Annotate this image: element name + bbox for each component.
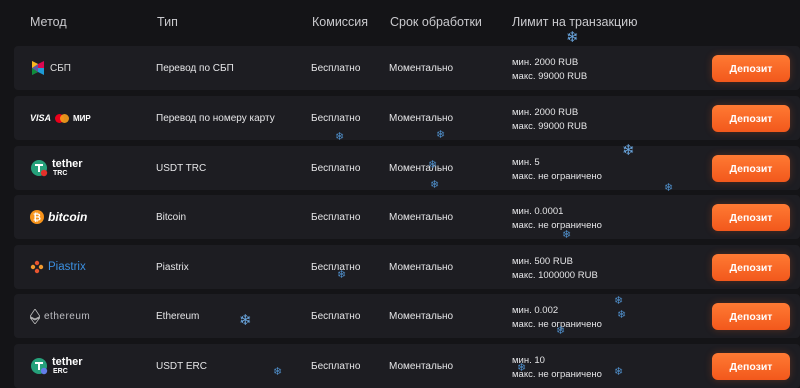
deposit-button[interactable]: Депозит (712, 155, 790, 182)
snowflake-icon: ❄ (617, 309, 627, 321)
row-type: Перевод по СБП (156, 63, 234, 74)
deposit-button[interactable]: Депозит (712, 55, 790, 82)
snowflake-icon: ❄ (273, 366, 283, 378)
tether-erc-logo: tether ERC (30, 354, 83, 378)
row-limit-max: макс. не ограничено (512, 220, 602, 231)
table-row: ethereum Ethereum Бесплатно Моментально … (14, 294, 800, 338)
tether-logo-sub: TRC (53, 170, 68, 177)
tether-icon (31, 358, 48, 375)
snowflake-icon: ❄ (614, 366, 624, 378)
mastercard-icon (55, 113, 70, 123)
bitcoin-icon: ₿ (30, 210, 44, 224)
row-limit-min: мин. 2000 RUB (512, 107, 579, 118)
deposit-button[interactable]: Депозит (712, 204, 790, 231)
row-limit-min: мин. 5 (512, 157, 540, 168)
row-fee: Бесплатно (311, 212, 361, 223)
deposit-button[interactable]: Депозит (712, 105, 790, 132)
row-limit-max: макс. 99000 RUB (512, 121, 588, 132)
snowflake-icon: ❄ (556, 325, 566, 337)
sbp-logo: СБП (30, 56, 71, 80)
row-type: Bitcoin (156, 212, 187, 223)
row-time: Моментально (389, 113, 454, 124)
row-time: Моментально (389, 262, 454, 273)
deposit-button[interactable]: Депозит (712, 254, 790, 281)
snowflake-icon: ❄ (239, 312, 252, 329)
header-limit: Лимит на транзакцию (512, 15, 638, 29)
snowflake-icon: ❄ (562, 229, 572, 241)
ethereum-logo: ethereum (30, 304, 90, 328)
table-header: Метод Тип Комиссия Срок обработки Лимит … (0, 0, 800, 44)
deposit-button[interactable]: Депозит (712, 353, 790, 380)
header-fee: Комиссия (312, 15, 369, 29)
row-fee: Бесплатно (311, 163, 361, 174)
visa-icon: VISA (30, 113, 52, 123)
row-limit-max: макс. 99000 RUB (512, 71, 588, 82)
row-fee: Бесплатно (311, 311, 361, 322)
row-fee: Бесплатно (311, 113, 361, 124)
sbp-icon (32, 61, 44, 75)
visa-mastercard-mir-logo: VISA MИР (30, 106, 91, 130)
tether-trc-logo: tether TRC (30, 156, 83, 180)
snowflake-icon: ❄ (430, 179, 440, 191)
row-time: Моментально (389, 361, 454, 372)
ethereum-logo-text: ethereum (44, 310, 91, 322)
header-method: Метод (30, 15, 67, 29)
tether-logo-text: tether (52, 356, 83, 368)
piastrix-logo-text: Piastrix (48, 261, 86, 273)
row-time: Моментально (389, 212, 454, 223)
table-row: VISA MИР Перевод по номеру карту Бесплат… (14, 96, 800, 140)
bitcoin-logo-text: bitcoin (48, 210, 88, 224)
snowflake-icon: ❄ (335, 131, 345, 143)
tether-logo-text: tether (52, 158, 83, 170)
snowflake-icon: ❄ (664, 182, 674, 194)
snowflake-icon: ❄ (622, 142, 635, 159)
row-type: Piastrix (156, 262, 189, 273)
row-time: Моментально (389, 63, 454, 74)
snowflake-icon: ❄ (566, 29, 579, 46)
table-row: Piastrix Piastrix Бесплатно Моментально … (14, 245, 800, 289)
deposit-button[interactable]: Депозит (712, 303, 790, 330)
snowflake-icon: ❄ (614, 295, 624, 307)
row-limit-min: мин. 2000 RUB (512, 57, 579, 68)
row-limit-min: мин. 0.0001 (512, 206, 564, 217)
table-row: СБП Перевод по СБП Бесплатно Моментально… (14, 46, 800, 90)
sbp-logo-text: СБП (50, 62, 71, 74)
row-type: Ethereum (156, 311, 200, 322)
piastrix-icon (30, 260, 44, 274)
row-type: USDT TRC (156, 163, 207, 174)
mir-icon: MИР (73, 113, 91, 123)
row-fee: Бесплатно (311, 262, 361, 273)
snowflake-icon: ❄ (517, 362, 527, 374)
row-limit-min: мин. 0.002 (512, 305, 559, 316)
row-time: Моментально (389, 311, 454, 322)
snowflake-icon: ❄ (337, 269, 347, 281)
table-row: ₿ bitcoin Bitcoin Бесплатно Моментально … (14, 195, 800, 239)
tether-icon (31, 160, 48, 177)
row-limit-max: макс. не ограничено (512, 171, 602, 182)
header-time: Срок обработки (390, 15, 482, 29)
piastrix-logo: Piastrix (30, 255, 86, 279)
row-fee: Бесплатно (311, 63, 361, 74)
bitcoin-logo: ₿ bitcoin (30, 205, 87, 229)
ethereum-icon (30, 308, 40, 324)
row-fee: Бесплатно (311, 361, 361, 372)
svg-text:₿: ₿ (33, 212, 41, 224)
snowflake-icon: ❄ (436, 129, 446, 141)
table-row: tether TRC USDT TRC Бесплатно Моментальн… (14, 146, 800, 190)
table-row: tether ERC USDT ERC Бесплатно Моментальн… (14, 344, 800, 388)
row-type: USDT ERC (156, 361, 207, 372)
snowflake-icon: ❄ (428, 159, 438, 171)
row-time: Моментально (389, 163, 454, 174)
row-limit-max: макс. 1000000 RUB (512, 270, 598, 281)
header-type: Тип (157, 15, 178, 29)
tether-logo-sub: ERC (53, 368, 68, 375)
row-type: Перевод по номеру карту (156, 113, 275, 124)
row-limit-min: мин. 500 RUB (512, 256, 573, 267)
